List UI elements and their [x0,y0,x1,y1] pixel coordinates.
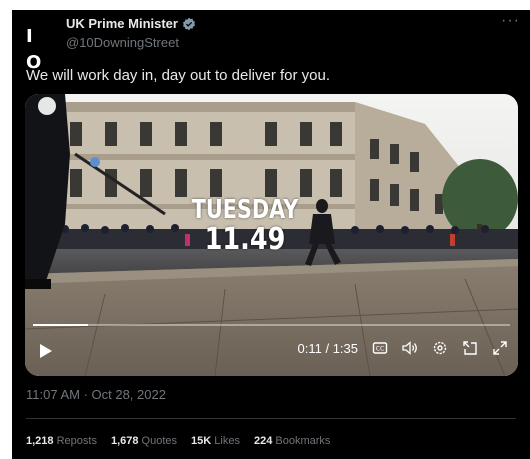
tweet-timestamp[interactable]: 11:07 AM · Oct 28, 2022 [26,387,166,402]
overlay-day: TUESDAY [191,195,299,225]
avatar[interactable]: I O [26,24,60,73]
captions-icon[interactable]: CC [372,340,388,356]
video-time-display: 0:11 / 1:35 [297,340,358,356]
bookmarks-count: 224 [253,435,273,447]
engagement-stats: 1,218 Reposts 1,678 Quotes 15K Likes 224… [26,435,330,447]
more-options-icon[interactable]: ··· [501,12,520,30]
likes-stat[interactable]: 15K Likes [191,435,240,447]
likes-label: Likes [214,435,240,447]
author-name-row[interactable]: UK Prime Minister [66,16,196,31]
video-player[interactable]: TUESDAY 11.49 0:11 / 1:35 CC [25,94,518,376]
bookmarks-stat[interactable]: 224 Bookmarks [254,435,330,447]
play-icon[interactable] [37,343,53,359]
fullscreen-icon[interactable] [492,340,508,356]
tweet-card: I O UK Prime Minister @10DowningStreet ·… [12,10,530,459]
overlay-time: 11.49 [204,222,286,257]
video-overlay-caption: TUESDAY 11.49 [165,196,325,256]
quotes-count: 1,678 [110,435,139,447]
divider [26,418,516,419]
bookmarks-label: Bookmarks [275,435,331,447]
author-handle[interactable]: @10DowningStreet [66,35,179,50]
quotes-label: Quotes [141,435,178,447]
verified-badge-icon [183,17,195,30]
video-controls: 0:11 / 1:35 CC [298,340,508,356]
video-progress-fill [33,324,89,326]
tweet-text: We will work day in, day out to deliver … [26,67,331,84]
volume-icon[interactable] [402,340,418,356]
reposts-label: Reposts [56,435,97,447]
likes-count: 15K [191,435,212,447]
reposts-count: 1,218 [26,435,54,447]
svg-text:CC: CC [376,346,384,353]
author-name[interactable]: UK Prime Minister [66,16,178,31]
pip-icon[interactable] [462,340,478,356]
settings-icon[interactable] [432,340,448,356]
reposts-stat[interactable]: 1,218 Reposts [26,435,97,447]
quotes-stat[interactable]: 1,678 Quotes [111,435,177,447]
video-progress-bar[interactable] [33,324,510,326]
